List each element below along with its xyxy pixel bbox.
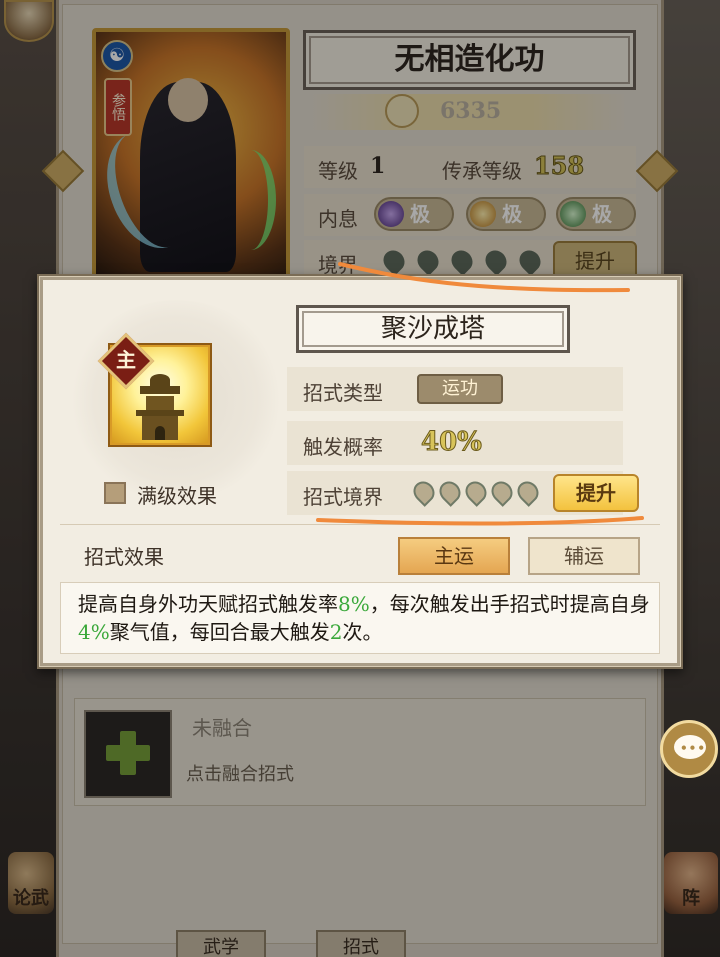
upgrade-button[interactable]: 提升 — [553, 474, 639, 512]
type-label: 招式类型 — [303, 381, 383, 405]
desc-text: 聚气值，每回合最大触发 — [109, 620, 330, 644]
type-value: 运功 — [417, 374, 503, 404]
effect-description: 提高自身外功天赋招式触发率8%，每次触发出手招式时提高自身 4%聚气值，每回合最大… — [78, 590, 652, 646]
skill-name: 聚沙成塔 — [380, 314, 485, 344]
desc-text: 次。 — [342, 620, 383, 644]
max-level-checkbox[interactable] — [104, 482, 126, 504]
max-level-label[interactable]: 满级效果 — [137, 480, 217, 509]
desc-value: 8% — [338, 592, 370, 616]
rate-value: 40% — [421, 427, 483, 458]
pagoda-roof — [140, 386, 180, 394]
desc-text: 提高自身外功天赋招式触发率 — [78, 592, 338, 616]
divider — [60, 524, 660, 525]
tab-assist-run[interactable]: 辅运 — [528, 537, 640, 575]
chat-dots-icon: ••• — [680, 741, 707, 755]
pagoda-roof-top — [150, 374, 170, 386]
realm-label: 招式境界 — [303, 485, 383, 509]
effect-label: 招式效果 — [84, 545, 164, 569]
pagoda-floor — [146, 396, 174, 410]
desc-value: 2 — [329, 620, 343, 644]
desc-value: 4% — [78, 620, 110, 644]
desc-text: ，每次触发出手招式时提高自身 — [369, 592, 650, 616]
tab-main-run[interactable]: 主运 — [398, 537, 510, 575]
pagoda-door — [155, 426, 165, 440]
main-badge-label: 主 — [116, 348, 136, 372]
rate-label: 触发概率 — [303, 435, 383, 459]
